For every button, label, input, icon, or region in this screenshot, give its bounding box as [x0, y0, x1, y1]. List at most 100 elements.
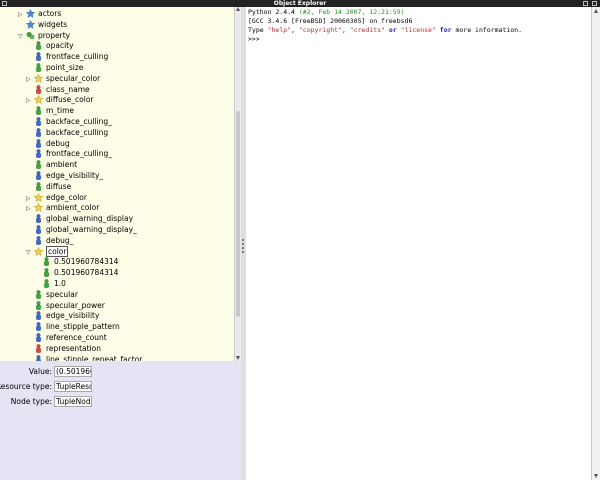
person-green-icon — [42, 279, 51, 288]
splitter-grip-dot — [242, 243, 244, 245]
tree-item[interactable]: ▽ property — [18, 30, 70, 41]
tree-item-label: backface_culling — [46, 127, 109, 137]
tree-item-label: ambient — [46, 160, 78, 170]
collapse-arrow-icon[interactable]: ▽ — [26, 247, 34, 258]
person-green-icon — [34, 63, 43, 72]
tree-item[interactable]: representation — [26, 343, 101, 354]
tree-item-label: 0.501960784314 — [54, 268, 119, 278]
tree-item-label: edge_visibility — [46, 311, 100, 321]
console-scrollbar[interactable] — [591, 7, 600, 480]
scroll-down-arrow-icon[interactable] — [594, 474, 598, 478]
tree-item-label: representation — [46, 343, 102, 353]
python-console[interactable]: Python 2.4.4 (#2, Feb 14 2007, 12:21:59)… — [246, 7, 591, 480]
tree-item[interactable]: ▷ actors — [18, 8, 61, 19]
resource-type-row: Resource type: TupleResource — [0, 381, 241, 393]
tree-item[interactable]: 0.501960784314 — [34, 256, 118, 267]
person-green-icon — [42, 257, 51, 267]
console-keyword: for — [435, 26, 452, 34]
tree-item-label: frontface_culling_ — [46, 149, 112, 159]
star-yellow-icon — [33, 192, 44, 202]
object-tree[interactable]: ▷ actors widgets ▽ property opacity frontface_… — [0, 7, 235, 361]
tree-item[interactable]: debug — [26, 138, 70, 149]
window-menu-button[interactable] — [2, 1, 7, 6]
console-line-version: Python 2.4.4 (#2, Feb 14 2007, 12:21:59) — [248, 8, 589, 17]
person-blue-icon — [34, 311, 43, 321]
tree-item[interactable]: ▷ diffuse_color — [26, 94, 94, 105]
tree-item-label: widgets — [38, 19, 68, 29]
splitter-grip-dot — [242, 247, 244, 249]
minimize-button[interactable] — [583, 1, 588, 6]
close-button[interactable] — [592, 1, 597, 6]
node-type-field[interactable]: TupleNode — [54, 396, 92, 407]
tree-item-label: line_stipple_pattern — [46, 322, 120, 332]
properties-panel: Value: (0.501960784314, 0.501960784314, … — [0, 361, 241, 480]
tree-item-label: global_warning_display — [46, 214, 134, 224]
tree-item[interactable]: global_warning_display_ — [26, 224, 137, 235]
tree-item[interactable]: frontface_culling_ — [26, 148, 112, 159]
star-yellow-icon — [33, 73, 44, 83]
tree-item[interactable]: specular_power — [26, 300, 105, 311]
resource-type-label: Resource type: — [0, 382, 52, 391]
value-label: Value: — [28, 367, 52, 376]
person-blue-icon — [34, 214, 43, 224]
value-row: Value: (0.501960784314, 0.501960784314, … — [0, 366, 241, 378]
tree-item[interactable]: widgets — [18, 19, 67, 30]
console-string: "help" — [267, 26, 292, 34]
resource-type-field[interactable]: TupleResource — [54, 381, 92, 392]
scroll-down-arrow-icon[interactable] — [236, 356, 240, 360]
tree-item[interactable]: edge_visibility — [26, 310, 99, 321]
tree-item-label: 1.0 — [54, 279, 66, 288]
tree-scrollbar[interactable] — [234, 7, 241, 361]
tree-item[interactable]: ambient — [26, 159, 77, 170]
tree-item[interactable]: opacity — [26, 40, 74, 51]
tree-item[interactable]: edge_visibility_ — [26, 170, 103, 181]
console-text: Python 2.4.4 — [248, 8, 299, 16]
tree-item[interactable]: backface_culling — [26, 127, 108, 138]
person-green-icon — [34, 160, 43, 170]
person-blue-icon — [34, 322, 43, 332]
scroll-up-arrow-icon[interactable] — [594, 9, 598, 13]
scroll-up-arrow-icon[interactable] — [236, 7, 240, 11]
tree-item-label: global_warning_display_ — [46, 225, 137, 234]
tree-item[interactable]: ▽ color — [26, 245, 69, 258]
node-type-row: Node type: TupleNode — [0, 396, 241, 408]
tree-item[interactable]: line_stipple_repeat_factor — [26, 354, 142, 361]
collapse-arrow-icon[interactable]: ▽ — [18, 31, 26, 42]
tree-item[interactable]: frontface_culling — [26, 51, 108, 62]
tree-item[interactable]: backface_culling_ — [26, 116, 112, 127]
person-green-icon — [34, 300, 43, 310]
person-blue-icon — [34, 52, 43, 62]
tree-item[interactable]: global_warning_display — [26, 213, 133, 224]
tree-item[interactable]: ▷ edge_color — [26, 192, 87, 203]
tree-item[interactable]: debug_ — [26, 235, 73, 246]
person-blue-icon — [34, 117, 43, 126]
tree-item-label: 0.501960784314 — [54, 257, 119, 267]
tree-item-label: specular_color — [46, 73, 101, 83]
console-string: "license" — [400, 26, 436, 34]
tree-item-label: reference_count — [46, 333, 107, 342]
tree-item[interactable]: line_stipple_pattern — [26, 321, 120, 332]
tree-item[interactable]: diffuse — [26, 181, 71, 192]
tree-item[interactable]: m_time — [26, 105, 74, 116]
console-prompt[interactable]: >>> — [248, 35, 589, 44]
person-blue-icon — [34, 235, 43, 245]
tree-item[interactable]: point_size — [26, 62, 83, 73]
scroll-thumb[interactable] — [236, 111, 240, 317]
console-text: Type — [248, 26, 268, 34]
person-green-icon — [34, 106, 43, 116]
tree-item[interactable]: 0.501960784314 — [34, 267, 118, 278]
tree-item[interactable]: 1.0 — [34, 278, 66, 289]
console-text: , — [291, 26, 299, 34]
tree-item[interactable]: ▷ ambient_color — [26, 202, 99, 213]
console-string: "credits" — [349, 26, 385, 34]
value-field[interactable]: (0.501960784314, 0.501960784314, 1.0) — [54, 366, 92, 377]
tree-item[interactable]: specular — [26, 289, 78, 300]
console-text: (#2, Feb 14 2007, 12:21:59) — [298, 8, 405, 16]
person-blue-icon — [34, 138, 43, 148]
person-blue-icon — [34, 127, 43, 137]
tree-item[interactable]: class_name — [26, 84, 90, 95]
tree-item-label: edge_visibility_ — [46, 171, 104, 180]
tree-item[interactable]: reference_count — [26, 332, 107, 343]
tree-item-label: diffuse_color — [46, 95, 94, 105]
tree-item[interactable]: ▷ specular_color — [26, 73, 100, 84]
